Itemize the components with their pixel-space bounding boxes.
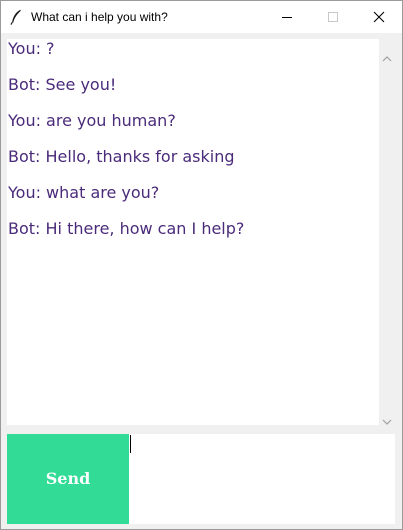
chat-log[interactable]: You: ? Bot: See you! You: are you human?… <box>7 39 379 425</box>
text-cursor <box>130 435 131 453</box>
chat-message: Bot: See you! <box>8 75 117 94</box>
chat-message: You: what are you? <box>8 183 160 202</box>
chat-message: You: ? <box>8 39 55 58</box>
close-button[interactable] <box>356 1 402 33</box>
app-window: What can i help you with? You: ? Bot: Se… <box>0 0 403 530</box>
send-button[interactable]: Send <box>7 434 129 524</box>
chat-message: Bot: Hello, thanks for asking <box>8 147 235 166</box>
window-title: What can i help you with? <box>31 10 168 24</box>
minimize-icon <box>282 17 292 18</box>
scroll-up-arrow-icon[interactable] <box>382 47 392 66</box>
title-bar: What can i help you with? <box>1 1 402 33</box>
scroll-down-arrow-icon[interactable] <box>382 410 392 429</box>
maximize-icon <box>328 12 338 22</box>
message-input[interactable] <box>129 434 395 524</box>
maximize-button[interactable] <box>310 1 356 33</box>
chat-scrollbar[interactable] <box>379 39 395 425</box>
chat-message: You: are you human? <box>8 111 176 130</box>
feather-icon <box>10 9 22 25</box>
chat-message: Bot: Hi there, how can I help? <box>8 219 245 238</box>
close-icon <box>373 11 385 23</box>
minimize-button[interactable] <box>264 1 310 33</box>
